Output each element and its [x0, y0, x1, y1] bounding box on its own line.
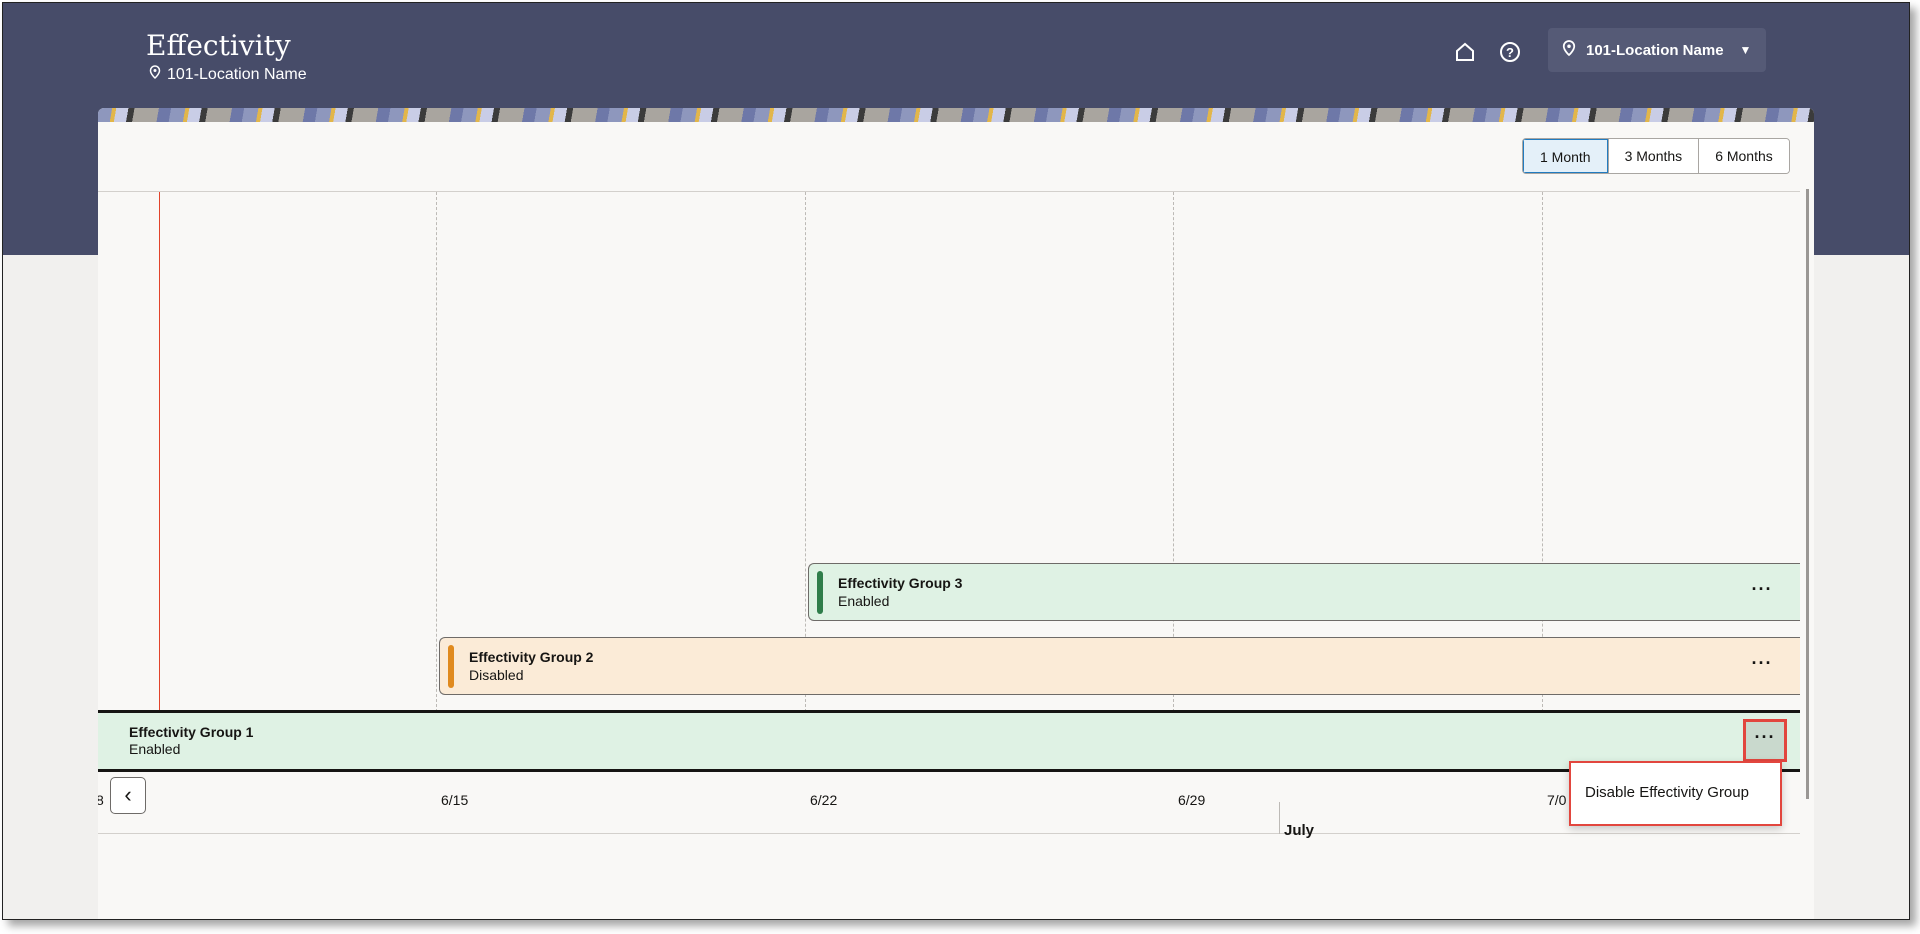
- svg-text:?: ?: [1506, 45, 1514, 60]
- more-actions-button[interactable]: ···: [1746, 652, 1778, 680]
- previous-button[interactable]: ‹: [110, 777, 146, 814]
- timeline-card: 1 Month 3 Months 6 Months Effectivity Gr…: [98, 108, 1814, 919]
- more-actions-button[interactable]: ···: [1743, 719, 1787, 762]
- today-line: [159, 192, 160, 712]
- location-select[interactable]: 101-Location Name ▼: [1548, 28, 1766, 72]
- date-label: 6/22: [810, 792, 838, 808]
- range-6-months[interactable]: 6 Months: [1698, 139, 1789, 173]
- date-label: 6/29: [1178, 792, 1206, 808]
- timeline: Effectivity Group 3 Enabled ··· Effectiv…: [98, 191, 1800, 839]
- group-status: Enabled: [838, 593, 890, 609]
- date-label: 6/15: [441, 792, 469, 808]
- range-1-month[interactable]: 1 Month: [1523, 139, 1608, 173]
- location-label: 101-Location Name: [167, 65, 307, 83]
- home-icon[interactable]: [1452, 39, 1478, 65]
- menu-item-disable-effectivity-group[interactable]: Disable Effectivity Group: [1585, 763, 1780, 823]
- location-pin-icon: [1562, 39, 1576, 61]
- chevron-left-icon: ‹: [124, 782, 132, 807]
- vertical-scrollbar[interactable]: [1806, 189, 1809, 799]
- current-location: 101-Location Name: [149, 65, 307, 84]
- date-label: 8: [98, 792, 104, 808]
- group-status: Enabled: [129, 741, 181, 757]
- group-name: Effectivity Group 3: [838, 575, 963, 591]
- gridline: [805, 192, 806, 712]
- effectivity-group-3[interactable]: Effectivity Group 3 Enabled ···: [808, 563, 1800, 621]
- month-divider: [1279, 802, 1280, 834]
- location-select-value: 101-Location Name: [1586, 41, 1724, 59]
- group-name: Effectivity Group 2: [469, 649, 594, 665]
- location-pin-icon: [149, 65, 161, 84]
- group-status: Disabled: [469, 667, 524, 683]
- group-name: Effectivity Group 1: [129, 724, 254, 740]
- decorative-banner: [98, 108, 1814, 122]
- page-title: Effectivity: [146, 29, 291, 62]
- date-label: 7/0: [1547, 792, 1567, 808]
- gridline: [436, 192, 437, 712]
- effectivity-group-1[interactable]: Effectivity Group 1 Enabled ···: [98, 710, 1800, 772]
- gridline: [1542, 192, 1543, 712]
- help-icon[interactable]: ?: [1497, 39, 1523, 65]
- status-indicator: [817, 571, 823, 614]
- actions-menu: Disable Effectivity Group: [1569, 761, 1782, 826]
- chevron-down-icon: ▼: [1739, 43, 1752, 57]
- month-label: July: [1284, 822, 1315, 839]
- gridline: [1173, 192, 1174, 712]
- status-indicator: [448, 645, 454, 688]
- more-actions-button[interactable]: ···: [1746, 578, 1778, 606]
- range-toggle: 1 Month 3 Months 6 Months: [1522, 138, 1790, 174]
- effectivity-group-2[interactable]: Effectivity Group 2 Disabled ···: [439, 637, 1800, 695]
- range-3-months[interactable]: 3 Months: [1607, 139, 1699, 173]
